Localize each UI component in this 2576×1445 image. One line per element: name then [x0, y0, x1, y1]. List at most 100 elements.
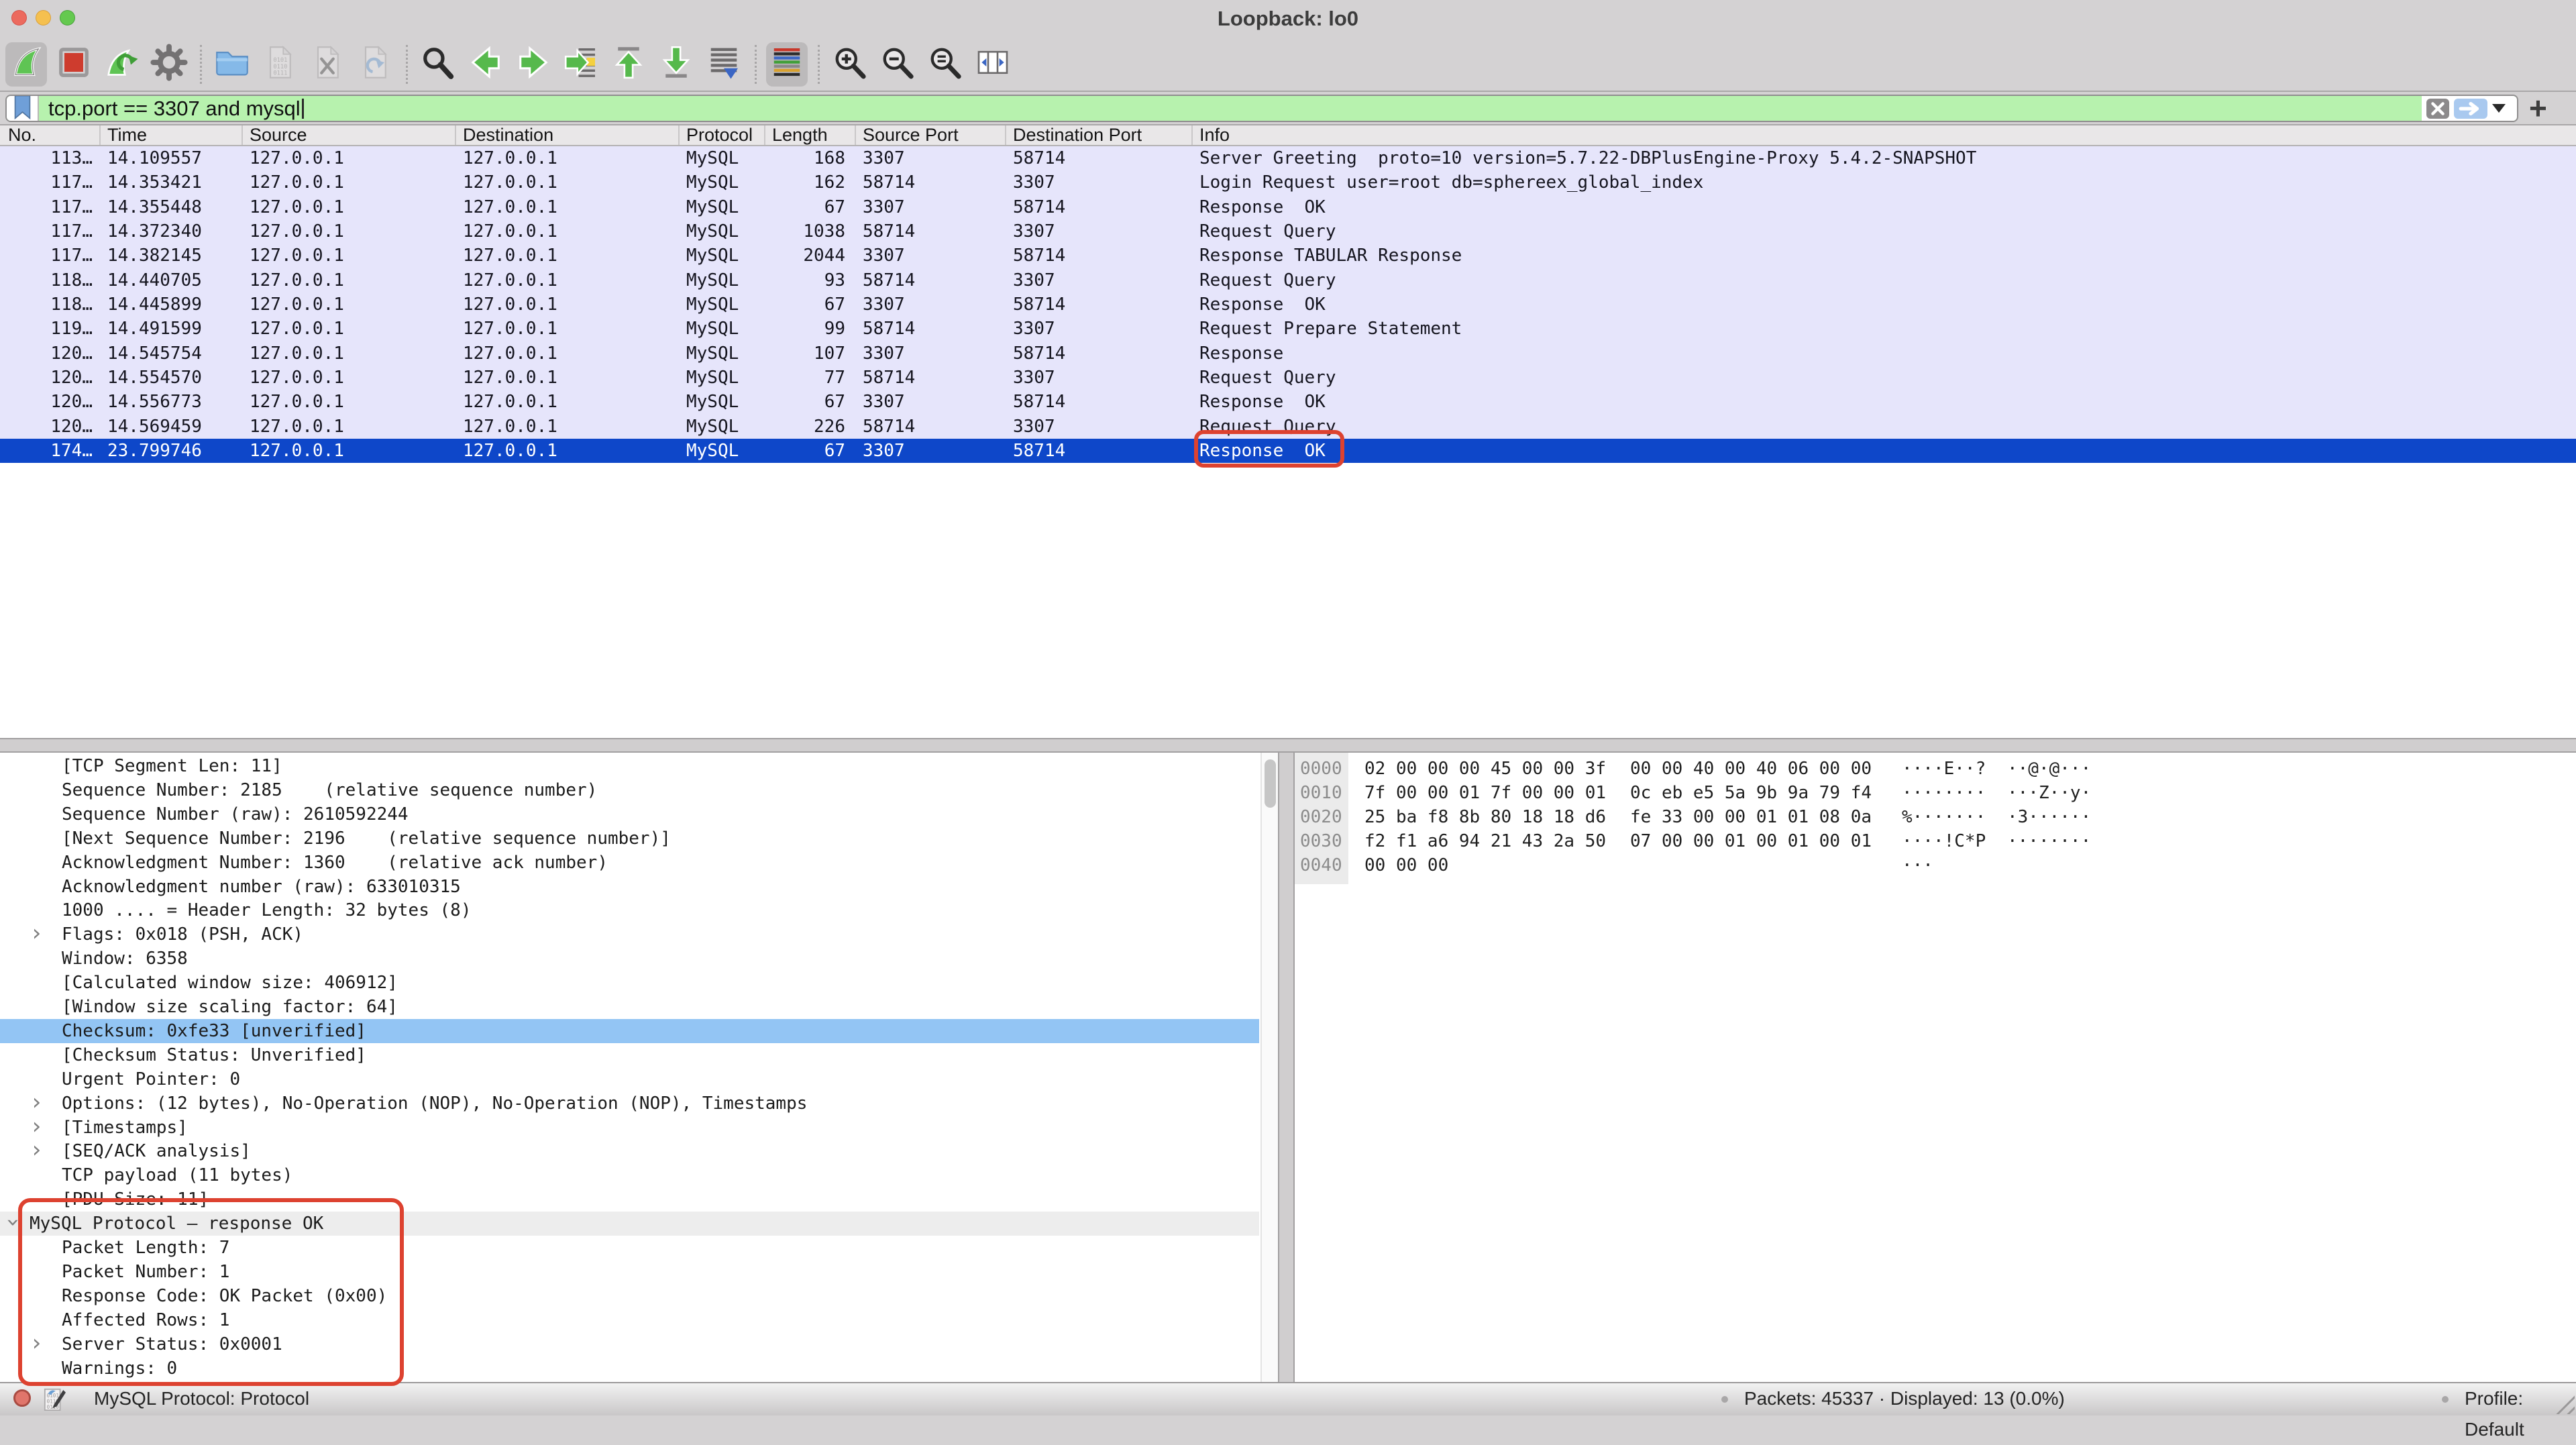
- hex-row[interactable]: 0030f2 f1 a6 94 21 43 2a 5007 00 00 01 0…: [1295, 829, 2576, 853]
- detail-line[interactable]: Sequence Number: 2185 (relative sequence…: [0, 778, 1259, 802]
- packet-row[interactable]: 117…14.372340127.0.0.1127.0.0.1MySQL1038…: [0, 219, 2576, 244]
- find-packet-button[interactable]: [417, 42, 459, 87]
- hex-offset: 0020: [1300, 805, 1342, 829]
- resize-columns-button[interactable]: [972, 42, 1014, 87]
- detail-line[interactable]: Acknowledgment Number: 1360 (relative ac…: [0, 851, 1259, 875]
- cell-destination: 127.0.0.1: [456, 292, 680, 317]
- restart-capture-button[interactable]: [101, 42, 142, 87]
- hex-row[interactable]: 004000 00 00···: [1295, 853, 2576, 877]
- detail-line[interactable]: ›[Timestamps]: [0, 1116, 1259, 1140]
- display-filter-field[interactable]: tcp.port == 3307 and mysql: [5, 95, 2518, 122]
- reload-capture-file-button[interactable]: [354, 42, 396, 87]
- hex-row[interactable]: 002025 ba f8 8b 80 18 18 d6fe 33 00 00 0…: [1295, 805, 2576, 829]
- detail-line[interactable]: 1000 .... = Header Length: 32 bytes (8): [0, 898, 1259, 922]
- cell-time: 14.491599: [101, 317, 243, 341]
- column-header-no[interactable]: No.: [0, 125, 101, 145]
- packet-row[interactable]: 120…14.545754127.0.0.1127.0.0.1MySQL1073…: [0, 341, 2576, 366]
- packet-row[interactable]: 118…14.440705127.0.0.1127.0.0.1MySQL9358…: [0, 268, 2576, 292]
- save-capture-file-button[interactable]: 010101100111: [259, 42, 301, 87]
- packet-row[interactable]: 120…14.554570127.0.0.1127.0.0.1MySQL7758…: [0, 366, 2576, 390]
- open-capture-file-button[interactable]: [211, 42, 253, 87]
- zoom-reset-button[interactable]: [924, 42, 966, 87]
- zoom-in-button[interactable]: [829, 42, 871, 87]
- cell-info: Login Request user=root db=sphereex_glob…: [1193, 170, 2576, 195]
- display-filter-input[interactable]: tcp.port == 3307 and mysql: [39, 96, 2422, 121]
- chevron-right-icon[interactable]: ›: [30, 1090, 43, 1114]
- vertical-splitter[interactable]: [1278, 753, 1295, 1382]
- filter-history-dropdown[interactable]: [2492, 104, 2506, 113]
- resize-grip[interactable]: [2552, 1391, 2575, 1414]
- clear-filter-button[interactable]: [2426, 99, 2449, 119]
- colorize-packets-button[interactable]: [766, 42, 808, 87]
- chevron-right-icon[interactable]: ›: [30, 921, 43, 945]
- go-forward-button[interactable]: [513, 42, 554, 87]
- packet-row[interactable]: 113…14.109557127.0.0.1127.0.0.1MySQL1683…: [0, 146, 2576, 170]
- go-last-packet-button[interactable]: [655, 42, 697, 87]
- details-scrollbar[interactable]: [1260, 753, 1278, 1382]
- packet-row[interactable]: 119…14.491599127.0.0.1127.0.0.1MySQL9958…: [0, 317, 2576, 341]
- cell-source: 127.0.0.1: [243, 390, 456, 414]
- add-filter-button[interactable]: +: [2529, 92, 2547, 127]
- start-capture-button[interactable]: [5, 42, 47, 87]
- detail-line[interactable]: [Checksum Status: Unverified]: [0, 1043, 1259, 1067]
- detail-line[interactable]: [TCP Segment Len: 11]: [0, 754, 1259, 778]
- detail-line[interactable]: [Window size scaling factor: 64]: [0, 995, 1259, 1019]
- go-to-packet-button[interactable]: [560, 42, 602, 87]
- arrow-right-icon: [515, 44, 552, 85]
- packet-row[interactable]: 117…14.353421127.0.0.1127.0.0.1MySQL1625…: [0, 170, 2576, 195]
- cell-destination: 127.0.0.1: [456, 219, 680, 244]
- capture-options-button[interactable]: [148, 42, 190, 87]
- capture-comment-icon[interactable]: 010101100110: [43, 1386, 67, 1417]
- packet-counts: Packets: 45337 · Displayed: 13 (0.0%): [1744, 1383, 2065, 1414]
- go-first-packet-button[interactable]: [608, 42, 649, 87]
- detail-line[interactable]: Checksum: 0xfe33 [unverified]: [0, 1019, 1259, 1043]
- horizontal-splitter[interactable]: [0, 738, 2576, 753]
- packet-list-header[interactable]: No.TimeSourceDestinationProtocolLengthSo…: [0, 125, 2576, 146]
- arrow-right-icon: [2458, 100, 2483, 117]
- packet-row[interactable]: 120…14.556773127.0.0.1127.0.0.1MySQL6733…: [0, 390, 2576, 414]
- hex-row[interactable]: 000002 00 00 00 45 00 00 3f00 00 40 00 4…: [1295, 757, 2576, 781]
- chevron-right-icon[interactable]: ›: [30, 1138, 43, 1162]
- status-field-info[interactable]: MySQL Protocol: Protocol: [94, 1383, 309, 1414]
- hex-offset: 0040: [1300, 853, 1342, 877]
- detail-line[interactable]: ›Options: (12 bytes), No-Operation (NOP)…: [0, 1091, 1259, 1116]
- column-header-time[interactable]: Time: [101, 125, 243, 145]
- cell-no: 174…: [0, 439, 101, 463]
- detail-line[interactable]: Sequence Number (raw): 2610592244: [0, 802, 1259, 826]
- packet-row[interactable]: 117…14.355448127.0.0.1127.0.0.1MySQL6733…: [0, 195, 2576, 219]
- column-header-info[interactable]: Info: [1193, 125, 2576, 145]
- detail-line[interactable]: TCP payload (11 bytes): [0, 1163, 1259, 1187]
- detail-line[interactable]: ›[SEQ/ACK analysis]: [0, 1139, 1259, 1163]
- detail-line[interactable]: [Next Sequence Number: 2196 (relative se…: [0, 826, 1259, 851]
- cell-dst_port: 3307: [1006, 366, 1193, 390]
- zoom-out-button[interactable]: [877, 42, 918, 87]
- column-header-destination[interactable]: Destination: [456, 125, 680, 145]
- expert-info-icon[interactable]: [13, 1389, 31, 1407]
- main-toolbar: 010101100111: [0, 38, 2576, 91]
- column-header-dst_port[interactable]: Destination Port: [1006, 125, 1193, 145]
- auto-scroll-button[interactable]: [703, 42, 745, 87]
- scrollbar-thumb[interactable]: [1265, 759, 1276, 808]
- filter-bookmark-button[interactable]: [7, 96, 39, 121]
- hex-row[interactable]: 00107f 00 00 01 7f 00 00 010c eb e5 5a 9…: [1295, 781, 2576, 805]
- chevron-right-icon[interactable]: ›: [30, 1114, 43, 1138]
- column-header-source[interactable]: Source: [243, 125, 456, 145]
- column-header-length[interactable]: Length: [765, 125, 856, 145]
- autoscroll-icon: [705, 44, 743, 85]
- cell-length: 162: [765, 170, 856, 195]
- stop-capture-button[interactable]: [53, 42, 95, 87]
- go-back-button[interactable]: [465, 42, 506, 87]
- close-capture-file-button[interactable]: [307, 42, 348, 87]
- detail-line[interactable]: [Calculated window size: 406912]: [0, 971, 1259, 995]
- detail-line[interactable]: Acknowledgment number (raw): 633010315: [0, 875, 1259, 899]
- detail-line[interactable]: Urgent Pointer: 0: [0, 1067, 1259, 1091]
- packet-row[interactable]: 118…14.445899127.0.0.1127.0.0.1MySQL6733…: [0, 292, 2576, 317]
- column-header-src_port[interactable]: Source Port: [856, 125, 1006, 145]
- cell-dst_port: 3307: [1006, 317, 1193, 341]
- apply-filter-button[interactable]: [2454, 99, 2487, 119]
- cell-destination: 127.0.0.1: [456, 415, 680, 439]
- detail-line[interactable]: Window: 6358: [0, 947, 1259, 971]
- packet-row[interactable]: 117…14.382145127.0.0.1127.0.0.1MySQL2044…: [0, 244, 2576, 268]
- detail-line[interactable]: ›Flags: 0x018 (PSH, ACK): [0, 922, 1259, 947]
- column-header-protocol[interactable]: Protocol: [680, 125, 765, 145]
